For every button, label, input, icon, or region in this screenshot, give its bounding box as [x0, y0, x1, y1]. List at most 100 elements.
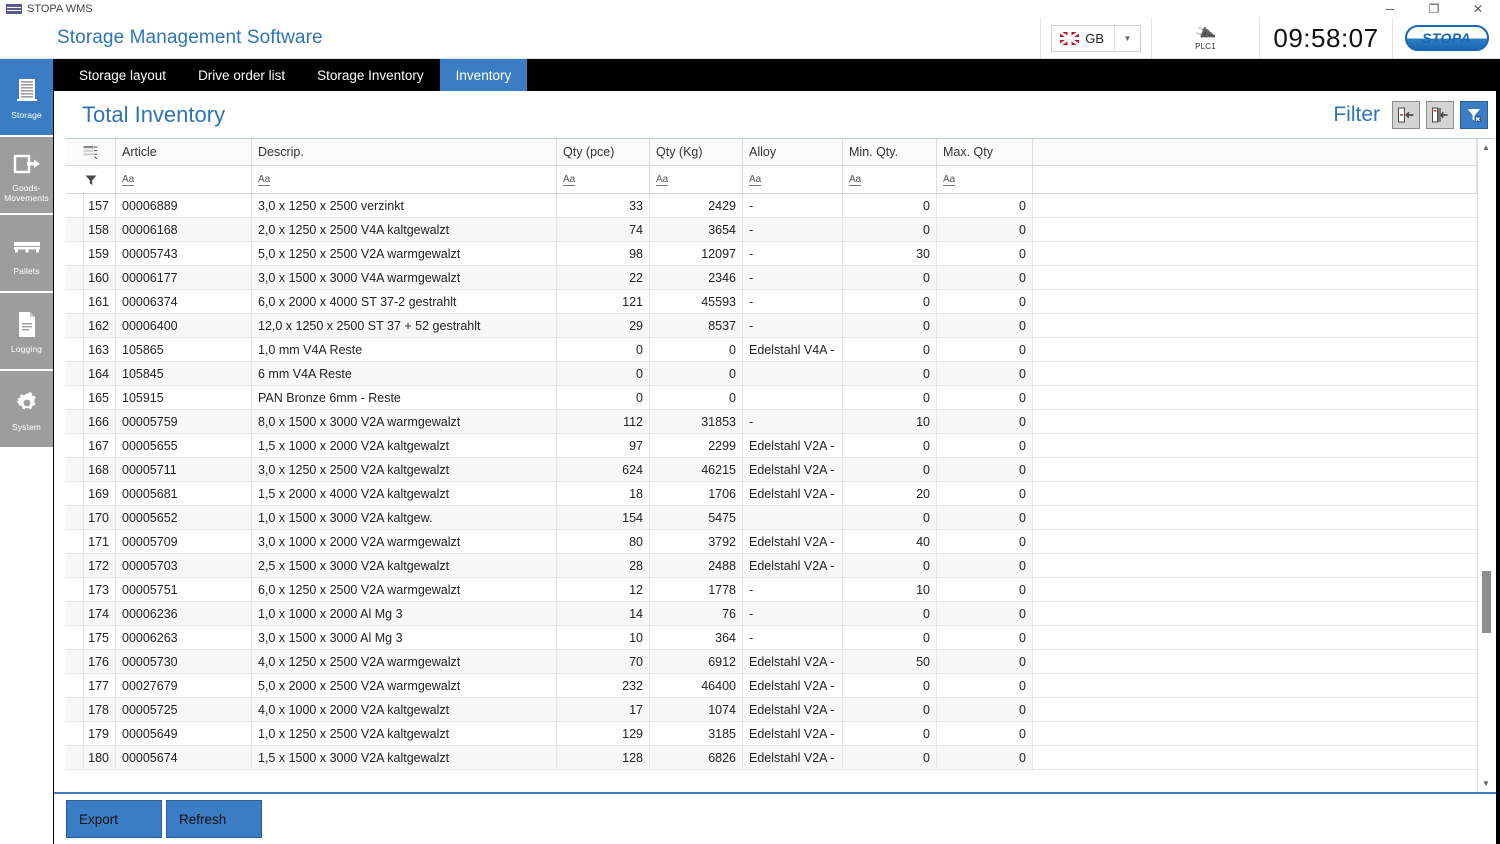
row-selector[interactable] — [66, 218, 84, 241]
language-selector[interactable]: GB ▼ — [1051, 24, 1141, 52]
table-row[interactable]: 165 105915 PAN Bronze 6mm - Reste 0 0 0 0 — [66, 386, 1477, 410]
table-row[interactable]: 157 00006889 3,0 x 1250 x 2500 verzinkt 33 2… — [66, 194, 1477, 218]
grid-vertical-scrollbar[interactable]: ▲ ▼ — [1477, 139, 1494, 792]
cell-alloy: Edelstahl V2A - — [743, 722, 843, 745]
close-button[interactable]: ✕ — [1456, 0, 1500, 18]
funnel-clear-icon[interactable] — [1460, 100, 1488, 129]
row-selector[interactable] — [66, 746, 84, 769]
table-row[interactable]: 163 105865 1,0 mm V4A Reste 0 0 Edelstahl V4A… — [66, 338, 1477, 362]
table-row[interactable]: 168 00005711 3,0 x 1250 x 2500 V2A kaltgew… — [66, 458, 1477, 482]
row-selector[interactable] — [66, 314, 84, 337]
filter-cell-article[interactable]: Aa — [116, 166, 252, 193]
row-selector[interactable] — [66, 434, 84, 457]
column-header-alloy[interactable]: Alloy — [743, 139, 843, 165]
row-selector[interactable] — [66, 530, 84, 553]
column-fit-right-icon[interactable] — [1426, 100, 1454, 129]
table-row[interactable]: 175 00006263 3,0 x 1500 x 3000 Al Mg 3 10 36… — [66, 626, 1477, 650]
table-row[interactable]: 171 00005709 3,0 x 1000 x 2000 V2A warmgew… — [66, 530, 1477, 554]
table-row[interactable]: 180 00005674 1,5 x 1500 x 3000 V2A kaltgew… — [66, 746, 1477, 770]
table-row[interactable]: 159 00005743 5,0 x 1250 x 2500 V2A warmgew… — [66, 242, 1477, 266]
filter-cell-min-qty[interactable]: Aa — [843, 166, 937, 193]
row-selector[interactable] — [66, 338, 84, 361]
row-selector[interactable] — [66, 698, 84, 721]
column-header-article[interactable]: Article — [116, 139, 252, 165]
filter-glyph: Aa — [122, 173, 135, 186]
scroll-down-arrow[interactable]: ▼ — [1478, 775, 1494, 792]
tab-drive-order-list[interactable]: Drive order list — [182, 59, 301, 91]
filter-cell-qty-pce[interactable]: Aa — [557, 166, 650, 193]
column-header-descrip[interactable]: Descrip. — [252, 139, 557, 165]
maximize-button[interactable]: ❐ — [1412, 0, 1456, 18]
row-selector[interactable] — [66, 410, 84, 433]
table-row[interactable]: 170 00005652 1,0 x 1500 x 3000 V2A kaltgew… — [66, 506, 1477, 530]
refresh-button[interactable]: Refresh — [166, 800, 262, 838]
table-row[interactable]: 169 00005681 1,5 x 2000 x 4000 V2A kaltgew… — [66, 482, 1477, 506]
table-row[interactable]: 160 00006177 3,0 x 1500 x 3000 V4A warmgew… — [66, 266, 1477, 290]
row-selector[interactable] — [66, 386, 84, 409]
table-row[interactable]: 179 00005649 1,0 x 1250 x 2500 V2A kaltgew… — [66, 722, 1477, 746]
table-row[interactable]: 174 00006236 1,0 x 1000 x 2000 Al Mg 3 14 76… — [66, 602, 1477, 626]
row-selector[interactable] — [66, 554, 84, 577]
funnel-icon[interactable] — [66, 166, 116, 193]
row-selector[interactable] — [66, 458, 84, 481]
column-fit-left-icon[interactable] — [1392, 100, 1420, 129]
minimize-button[interactable]: ─ — [1368, 0, 1412, 18]
filter-cell-max-qty[interactable]: Aa — [937, 166, 1033, 193]
row-selector[interactable] — [66, 290, 84, 313]
tab-storage-layout[interactable]: Storage layout — [63, 59, 182, 91]
filter-cell-descrip[interactable]: Aa — [252, 166, 557, 193]
table-row[interactable]: 176 00005730 4,0 x 1250 x 2500 V2A warmgew… — [66, 650, 1477, 674]
cell-min-qty: 10 — [843, 578, 937, 601]
row-selector[interactable] — [66, 482, 84, 505]
plc-status[interactable]: 🔌 PLC1 — [1151, 18, 1259, 58]
table-row[interactable]: 162 00006400 12,0 x 1250 x 2500 ST 37 + 52… — [66, 314, 1477, 338]
cell-qty-kg: 31853 — [650, 410, 743, 433]
filter-cell-qty-kg[interactable]: Aa — [650, 166, 743, 193]
table-row[interactable]: 173 00005751 6,0 x 1250 x 2500 V2A warmgew… — [66, 578, 1477, 602]
cell-qty-kg: 45593 — [650, 290, 743, 313]
tab-storage-inventory[interactable]: Storage Inventory — [301, 59, 440, 91]
row-selector[interactable] — [66, 602, 84, 625]
table-row[interactable]: 166 00005759 8,0 x 1500 x 3000 V2A warmgew… — [66, 410, 1477, 434]
row-selector[interactable] — [66, 266, 84, 289]
row-selector[interactable] — [66, 674, 84, 697]
scroll-thumb[interactable] — [1482, 571, 1491, 633]
table-row[interactable]: 172 00005703 2,5 x 1500 x 3000 V2A kaltgew… — [66, 554, 1477, 578]
column-header-min-qty[interactable]: Min. Qty. — [843, 139, 937, 165]
export-button[interactable]: Export — [66, 800, 162, 838]
chevron-down-icon[interactable]: ▼ — [1114, 25, 1140, 51]
row-selector[interactable] — [66, 626, 84, 649]
table-row[interactable]: 158 00006168 2,0 x 1250 x 2500 V4A kaltgew… — [66, 218, 1477, 242]
table-row[interactable]: 161 00006374 6,0 x 2000 x 4000 ST 37-2 ges… — [66, 290, 1477, 314]
scroll-track[interactable] — [1478, 156, 1494, 775]
row-selector[interactable] — [66, 650, 84, 673]
table-row[interactable]: 178 00005725 4,0 x 1000 x 2000 V2A kaltgew… — [66, 698, 1477, 722]
sidebar-item-pallets[interactable]: Pallets — [0, 215, 53, 293]
filter-cell-alloy[interactable]: Aa — [743, 166, 843, 193]
table-row[interactable]: 167 00005655 1,5 x 1000 x 2000 V2A kaltgew… — [66, 434, 1477, 458]
tab-inventory[interactable]: Inventory — [439, 59, 528, 91]
table-row[interactable]: 177 00027679 5,0 x 2000 x 2500 V2A warmgew… — [66, 674, 1477, 698]
sidebar-item-goods-movements[interactable]: Goods- Movements — [0, 137, 53, 215]
row-selector[interactable] — [66, 194, 84, 217]
column-header-qty-kg[interactable]: Qty (Kg) — [650, 139, 743, 165]
column-header-qty-pce[interactable]: Qty (pce) — [557, 139, 650, 165]
cell-min-qty: 0 — [843, 458, 937, 481]
cell-min-qty: 10 — [843, 410, 937, 433]
table-row[interactable]: 164 105845 6 mm V4A Reste 0 0 0 0 — [66, 362, 1477, 386]
row-selector[interactable] — [66, 722, 84, 745]
row-selector[interactable] — [66, 506, 84, 529]
cell-qty-pce: 22 — [557, 266, 650, 289]
cell-filler — [1033, 554, 1477, 577]
cell-qty-pce: 232 — [557, 674, 650, 697]
sidebar-item-system[interactable]: System — [0, 371, 53, 449]
column-header-max-qty[interactable]: Max. Qty — [937, 139, 1033, 165]
sidebar-item-storage[interactable]: Storage — [0, 59, 53, 137]
row-selector[interactable] — [66, 242, 84, 265]
row-selector[interactable] — [66, 578, 84, 601]
goods-movement-icon — [13, 148, 41, 180]
sidebar-item-logging[interactable]: Logging — [0, 293, 53, 371]
column-chooser-icon[interactable] — [66, 139, 116, 165]
scroll-up-arrow[interactable]: ▲ — [1478, 139, 1494, 156]
row-selector[interactable] — [66, 362, 84, 385]
